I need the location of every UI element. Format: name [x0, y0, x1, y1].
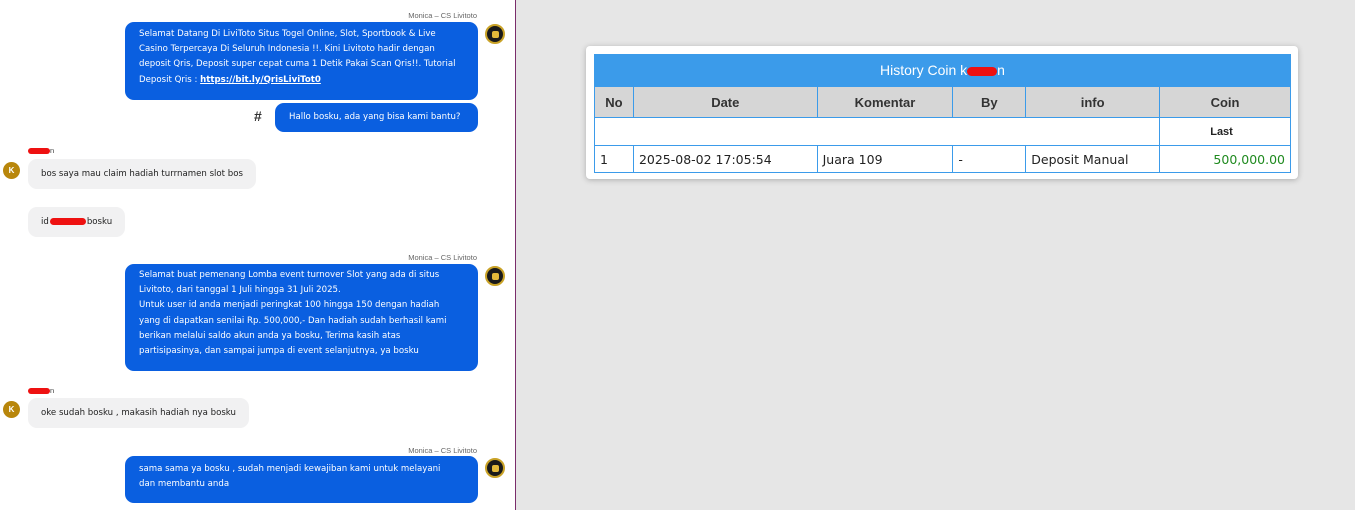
- logo-icon: [491, 464, 499, 472]
- agent-avatar: [485, 458, 505, 478]
- message-line: berikan melalui saldo akun anda ya bosku…: [139, 330, 401, 341]
- user-name-suffix: n: [50, 146, 55, 155]
- message-line: Deposit Qris : https://bit.ly/QrisLiviTo…: [139, 73, 464, 88]
- history-coin-panel: History Coin k n No Date Komentar By info…: [586, 46, 1298, 179]
- column-header-no[interactable]: No: [594, 86, 634, 118]
- message-text: Hallo bosku, ada yang bisa kami bantu?: [289, 112, 461, 122]
- logo-icon: [491, 30, 499, 38]
- title-prefix: History Coin k: [880, 62, 968, 78]
- message-line: Untuk user id anda menjadi peringkat 100…: [139, 300, 440, 311]
- agent-message-bubble: Selamat buat pemenang Lomba event turnov…: [125, 264, 478, 371]
- message-line: dan membantu anda: [139, 479, 230, 490]
- title-suffix: n: [997, 62, 1005, 78]
- redacted-name: [28, 148, 50, 155]
- message-sender: Monica – CS Livitoto: [408, 446, 477, 455]
- message-line: Casino Terpercaya Di Seluruh Indonesia !…: [139, 44, 435, 55]
- panel-title: History Coin k n: [594, 54, 1291, 86]
- column-header-date[interactable]: Date: [632, 86, 818, 118]
- agent-message-bubble: sama sama ya bosku , sudah menjadi kewaj…: [125, 456, 478, 503]
- user-name: n: [28, 146, 54, 155]
- history-table: No Date Komentar By info Coin Last 1 202…: [593, 86, 1291, 173]
- table-row: 1 2025-08-02 17:05:54 Juara 109 - Deposi…: [594, 145, 1291, 173]
- agent-message-bubble: Selamat Datang Di LiviToto Situs Togel O…: [125, 22, 478, 100]
- agent-avatar: [485, 266, 505, 286]
- cell-coin: 500,000.00: [1159, 145, 1291, 173]
- user-message-bubble: bos saya mau claim hadiah turrnamen slot…: [28, 159, 256, 189]
- empty-cell: [593, 117, 1161, 146]
- qris-tutorial-link[interactable]: https://bit.ly/QrisLiviTot0: [200, 75, 321, 85]
- cell-by: -: [952, 145, 1027, 173]
- message-line: deposit Qris, Deposit super cepat cuma 1…: [139, 59, 456, 70]
- sub-header-row: Last: [593, 117, 1291, 146]
- last-label: Last: [1159, 117, 1291, 146]
- user-avatar: K: [3, 162, 20, 179]
- user-message-bubble: id bosku: [28, 207, 126, 237]
- message-line: yang di dapatkan senilai Rp. 500,000,- D…: [139, 315, 447, 326]
- user-name: n: [28, 386, 54, 395]
- message-line: partisipasinya, dan sampai jumpa di even…: [139, 346, 419, 357]
- message-line: sama sama ya bosku , sudah menjadi kewaj…: [139, 464, 441, 474]
- message-line: Livitoto, dari tanggal 1 Juli hingga 31 …: [139, 285, 341, 296]
- logo-icon: [491, 272, 499, 280]
- column-header-by[interactable]: By: [952, 86, 1027, 118]
- user-avatar: K: [3, 401, 20, 418]
- redacted-username: [967, 66, 998, 76]
- message-text: bos saya mau claim hadiah turrnamen slot…: [41, 169, 243, 179]
- message-sender: Monica – CS Livitoto: [408, 11, 477, 20]
- agent-avatar: [485, 24, 505, 44]
- cell-no: 1: [594, 145, 634, 173]
- cell-komentar: Juara 109: [816, 145, 954, 173]
- message-prefix: id: [41, 217, 49, 227]
- message-line-prefix: Deposit Qris :: [139, 74, 201, 85]
- chat-panel: Monica – CS Livitoto Selamat Datang Di L…: [0, 0, 516, 510]
- message-suffix: bosku: [86, 217, 113, 227]
- redacted-id: [49, 218, 86, 225]
- column-header-info[interactable]: info: [1025, 86, 1161, 118]
- column-header-coin[interactable]: Coin: [1159, 86, 1291, 118]
- agent-message-bubble: Hallo bosku, ada yang bisa kami bantu?: [275, 103, 478, 132]
- table-header-row: No Date Komentar By info Coin: [594, 86, 1291, 118]
- message-line: Selamat buat pemenang Lomba event turnov…: [139, 270, 440, 280]
- user-message-bubble: oke sudah bosku , makasih hadiah nya bos…: [28, 398, 249, 428]
- user-name-suffix: n: [50, 386, 55, 395]
- message-sender: Monica – CS Livitoto: [408, 253, 477, 262]
- cell-info: Deposit Manual: [1025, 145, 1161, 173]
- cell-date: 2025-08-02 17:05:54: [632, 145, 818, 173]
- message-text: oke sudah bosku , makasih hadiah nya bos…: [41, 408, 236, 418]
- redacted-name: [28, 388, 50, 395]
- hash-icon: #: [254, 108, 262, 124]
- column-header-komentar[interactable]: Komentar: [816, 86, 954, 118]
- message-line: Selamat Datang Di LiviToto Situs Togel O…: [139, 29, 436, 39]
